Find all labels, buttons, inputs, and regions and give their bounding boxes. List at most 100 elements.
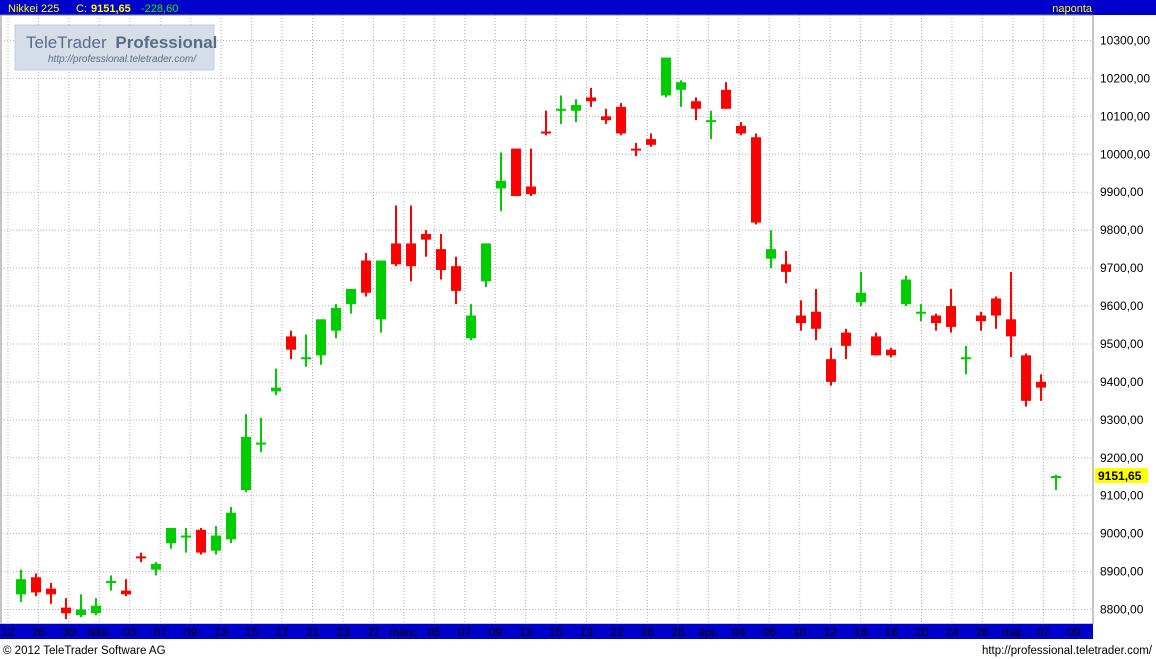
plot-area[interactable]: [0, 14, 1094, 625]
candle-body: [211, 535, 221, 551]
x-tick-label: 09: [184, 625, 198, 639]
x-tick-label: 28: [671, 625, 685, 639]
last-price-value: 9151,65: [1098, 469, 1142, 483]
x-tick-label: 24: [945, 625, 959, 639]
candle-body: [391, 243, 401, 265]
y-axis: 8800,00 8900,00 9000,00 9100,00 9200,00 9300,…: [1100, 34, 1150, 617]
x-tick-label: 27: [367, 625, 381, 639]
y-tick-label: 10200,00: [1100, 71, 1150, 85]
x-tick-label: márc.: [389, 625, 419, 639]
x-tick-label: 13: [519, 625, 533, 639]
y-tick-label: 9500,00: [1100, 337, 1144, 351]
x-tick-label: 09: [489, 625, 503, 639]
candle-body: [346, 288, 356, 305]
candle-body: [646, 139, 656, 145]
candle-body: [796, 315, 806, 324]
svg-text:TeleTrader Professional: TeleTrader Professional: [26, 33, 217, 52]
candle-body: [901, 279, 911, 305]
candle-body: [301, 357, 311, 360]
y-tick-label: 9300,00: [1100, 413, 1144, 427]
x-tick-label: 19: [580, 625, 594, 639]
candle[interactable]: [751, 133, 761, 225]
x-tick-label: 26: [641, 625, 655, 639]
candle-body: [421, 233, 431, 240]
candle-body: [976, 315, 986, 322]
y-tick-label: 9400,00: [1100, 375, 1144, 389]
candle-body: [526, 186, 536, 195]
x-tick-label: 17: [275, 625, 289, 639]
close-value: 9151,65: [91, 3, 131, 15]
candle-body: [121, 590, 131, 595]
x-tick-label: 13: [214, 625, 228, 639]
candle-body: [76, 609, 86, 616]
candle-body: [1006, 319, 1016, 337]
candle-body: [1021, 355, 1031, 401]
y-tick-label: 9900,00: [1100, 185, 1144, 199]
candle-body: [871, 336, 881, 356]
x-tick-label: 18: [884, 625, 898, 639]
candle-body: [226, 512, 236, 540]
candle-body: [556, 108, 566, 111]
candle-body: [316, 319, 326, 356]
candle[interactable]: [481, 243, 491, 288]
candle[interactable]: [511, 148, 521, 197]
candle[interactable]: [196, 527, 206, 555]
candle-body: [256, 442, 266, 445]
candle-body: [511, 148, 521, 197]
candle-body: [181, 535, 191, 538]
candle-body: [571, 104, 581, 111]
candle-body: [916, 311, 926, 314]
x-tick-label: 20: [915, 625, 929, 639]
logo-url: http://professional.teletrader.com/: [48, 54, 197, 65]
candle-body: [661, 57, 671, 96]
y-tick-label: 9100,00: [1100, 489, 1144, 503]
x-tick-label: 07: [1037, 625, 1051, 639]
x-tick-label: máj.: [1002, 625, 1025, 639]
candle-body: [136, 556, 146, 559]
candle-body: [31, 577, 41, 593]
candle-body: [496, 180, 506, 189]
candle-body: [946, 306, 956, 327]
candle-body: [406, 243, 416, 267]
candle-body: [991, 298, 1001, 316]
teletrader-logo: TeleTrader Professional http://professio…: [14, 24, 217, 71]
candle-body: [151, 563, 161, 570]
x-tick-label: 12: [823, 625, 837, 639]
logo-brand-light: TeleTrader: [26, 33, 107, 52]
last-price-tag: 9151,65: [1095, 467, 1148, 483]
x-tick-label: 21: [306, 625, 320, 639]
candle-body: [601, 116, 611, 121]
y-tick-label: 10000,00: [1100, 147, 1150, 161]
candle-body: [631, 148, 641, 151]
candle-body: [16, 579, 26, 595]
x-tick-label: 26: [32, 625, 46, 639]
close-label: C:: [76, 3, 87, 15]
candle[interactable]: [661, 57, 671, 98]
y-tick-label: 10100,00: [1100, 109, 1150, 123]
x-tick-label: ápr.: [698, 625, 718, 639]
candle-body: [541, 131, 551, 134]
y-tick-label: 10300,00: [1100, 34, 1150, 48]
candle-body: [841, 332, 851, 346]
x-tick-label: 10: [793, 625, 807, 639]
candle-body: [91, 605, 101, 614]
candle[interactable]: [1021, 353, 1031, 407]
x-tick-label: 12: [1, 625, 15, 639]
y-tick-label: 8900,00: [1100, 565, 1144, 579]
x-tick-label: 05: [428, 625, 442, 639]
candle-body: [931, 315, 941, 324]
symbol-name: Nikkei 225: [8, 3, 59, 15]
candle-body: [886, 349, 896, 356]
change-value: -228,60: [141, 3, 178, 15]
candle-body: [766, 249, 776, 259]
x-tick-label: 26: [976, 625, 990, 639]
candle-body: [106, 581, 116, 584]
candle-body: [481, 243, 491, 282]
x-tick-label: febr.: [88, 625, 111, 639]
x-tick-label: 07: [154, 625, 168, 639]
x-tick-label: 16: [854, 625, 868, 639]
candle-body: [811, 311, 821, 329]
candle[interactable]: [616, 103, 626, 136]
logo-brand-bold: Professional: [115, 33, 217, 52]
candle[interactable]: [901, 275, 911, 307]
